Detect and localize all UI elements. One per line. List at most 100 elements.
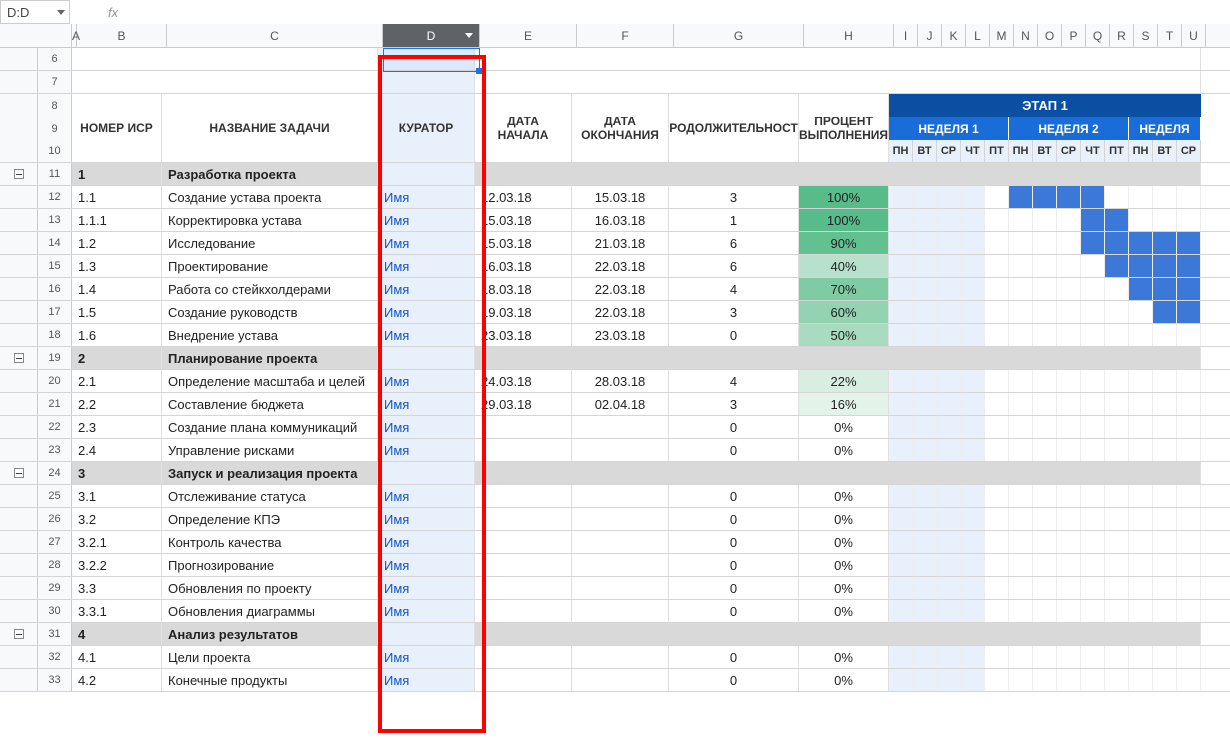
gantt-cell[interactable] xyxy=(961,531,985,553)
gantt-cell[interactable] xyxy=(913,255,937,277)
day-header[interactable]: СР xyxy=(1177,140,1201,162)
outline-gutter[interactable] xyxy=(0,600,38,622)
dur-cell[interactable]: 0 xyxy=(669,600,799,622)
wbs-cell[interactable]: 1.4 xyxy=(72,278,162,300)
gantt-cell[interactable] xyxy=(961,646,985,668)
gantt-cell[interactable] xyxy=(985,600,1009,622)
col-header-R[interactable]: R xyxy=(1110,24,1134,47)
gantt-cell[interactable] xyxy=(1129,439,1153,461)
gantt-cell[interactable] xyxy=(1033,301,1057,323)
cell[interactable]: ПРОЦЕНТ ВЫПОЛНЕНИЯ xyxy=(799,117,889,140)
end-cell[interactable]: 22.03.18 xyxy=(572,301,669,323)
gantt-cell[interactable] xyxy=(1153,393,1177,415)
owner-cell[interactable]: Имя xyxy=(378,577,475,599)
gantt-cell[interactable] xyxy=(1033,531,1057,553)
cell[interactable] xyxy=(162,140,378,162)
gantt-cell[interactable] xyxy=(1081,301,1105,323)
gantt-cell[interactable] xyxy=(1033,646,1057,668)
gantt-cell[interactable] xyxy=(1129,554,1153,576)
gantt-cell[interactable] xyxy=(1105,600,1129,622)
gantt-cell[interactable] xyxy=(1177,416,1201,438)
header-task[interactable] xyxy=(162,94,378,117)
gantt-cell[interactable] xyxy=(913,232,937,254)
owner-cell[interactable]: Имя xyxy=(378,485,475,507)
outline-gutter[interactable] xyxy=(0,462,38,484)
wbs-cell[interactable]: 3.2.2 xyxy=(72,554,162,576)
day-header[interactable]: ЧТ xyxy=(1081,140,1105,162)
dur-cell[interactable]: 0 xyxy=(669,669,799,691)
gantt-cell[interactable] xyxy=(1105,209,1129,231)
end-cell[interactable] xyxy=(572,531,669,553)
gantt-cell[interactable] xyxy=(1057,439,1081,461)
gantt-cell[interactable] xyxy=(889,577,913,599)
gantt-cell[interactable] xyxy=(961,232,985,254)
gantt-cell[interactable] xyxy=(1105,646,1129,668)
gantt-cell[interactable] xyxy=(985,278,1009,300)
end-cell[interactable] xyxy=(572,485,669,507)
gantt-cell[interactable] xyxy=(1057,232,1081,254)
collapse-toggle-icon[interactable] xyxy=(14,629,24,639)
gantt-cell[interactable] xyxy=(1009,508,1033,530)
task-cell[interactable]: Планирование проекта xyxy=(162,347,378,369)
gantt-cell[interactable] xyxy=(1081,393,1105,415)
gantt-cell[interactable] xyxy=(985,531,1009,553)
wbs-cell[interactable]: 3.2.1 xyxy=(72,531,162,553)
wbs-cell[interactable]: 3.2 xyxy=(72,508,162,530)
row-header[interactable]: 30 xyxy=(38,600,72,622)
row-header[interactable]: 27 xyxy=(38,531,72,553)
owner-cell[interactable] xyxy=(378,462,475,484)
cell[interactable] xyxy=(475,462,1201,484)
outline-gutter[interactable] xyxy=(0,416,38,438)
gantt-cell[interactable] xyxy=(961,416,985,438)
day-header[interactable]: ЧТ xyxy=(961,140,985,162)
row-header[interactable]: 23 xyxy=(38,439,72,461)
day-header[interactable]: ВТ xyxy=(1033,140,1057,162)
gantt-cell[interactable] xyxy=(937,324,961,346)
header-end[interactable] xyxy=(572,94,669,117)
start-cell[interactable] xyxy=(475,508,572,530)
dur-cell[interactable]: 6 xyxy=(669,255,799,277)
gantt-cell[interactable] xyxy=(1129,232,1153,254)
gantt-cell[interactable] xyxy=(889,600,913,622)
owner-cell[interactable]: Имя xyxy=(378,416,475,438)
gantt-cell[interactable] xyxy=(961,577,985,599)
gantt-cell[interactable] xyxy=(1153,508,1177,530)
day-header[interactable]: ПН xyxy=(889,140,913,162)
end-cell[interactable] xyxy=(572,554,669,576)
gantt-cell[interactable] xyxy=(913,393,937,415)
gantt-cell[interactable] xyxy=(1153,600,1177,622)
gantt-cell[interactable] xyxy=(961,301,985,323)
row-header[interactable]: 17 xyxy=(38,301,72,323)
gantt-cell[interactable] xyxy=(937,508,961,530)
gantt-cell[interactable] xyxy=(913,646,937,668)
row-header[interactable]: 8 xyxy=(38,94,72,117)
gantt-cell[interactable] xyxy=(1081,324,1105,346)
gantt-cell[interactable] xyxy=(1009,531,1033,553)
gantt-cell[interactable] xyxy=(1105,554,1129,576)
pct-cell[interactable]: 0% xyxy=(799,554,889,576)
gantt-cell[interactable] xyxy=(1009,416,1033,438)
gantt-cell[interactable] xyxy=(1033,393,1057,415)
wbs-cell[interactable]: 4.2 xyxy=(72,669,162,691)
pct-cell[interactable]: 50% xyxy=(799,324,889,346)
end-cell[interactable]: 02.04.18 xyxy=(572,393,669,415)
end-cell[interactable]: 28.03.18 xyxy=(572,370,669,392)
owner-cell[interactable] xyxy=(378,623,475,645)
gantt-cell[interactable] xyxy=(985,232,1009,254)
gantt-cell[interactable] xyxy=(1153,186,1177,208)
cell[interactable] xyxy=(475,623,1201,645)
start-cell[interactable] xyxy=(475,577,572,599)
dur-cell[interactable]: 6 xyxy=(669,232,799,254)
gantt-cell[interactable] xyxy=(913,324,937,346)
gantt-cell[interactable] xyxy=(937,669,961,691)
week-header[interactable]: НЕДЕЛЯ 1 xyxy=(889,117,1009,140)
col-header-P[interactable]: P xyxy=(1062,24,1086,47)
pct-cell[interactable]: 0% xyxy=(799,531,889,553)
col-header-E[interactable]: E xyxy=(480,24,577,47)
task-cell[interactable]: Отслеживание статуса xyxy=(162,485,378,507)
gantt-cell[interactable] xyxy=(1009,370,1033,392)
wbs-cell[interactable]: 2.3 xyxy=(72,416,162,438)
task-cell[interactable]: Работа со стейкхолдерами xyxy=(162,278,378,300)
gantt-cell[interactable] xyxy=(985,209,1009,231)
dur-cell[interactable]: 3 xyxy=(669,393,799,415)
